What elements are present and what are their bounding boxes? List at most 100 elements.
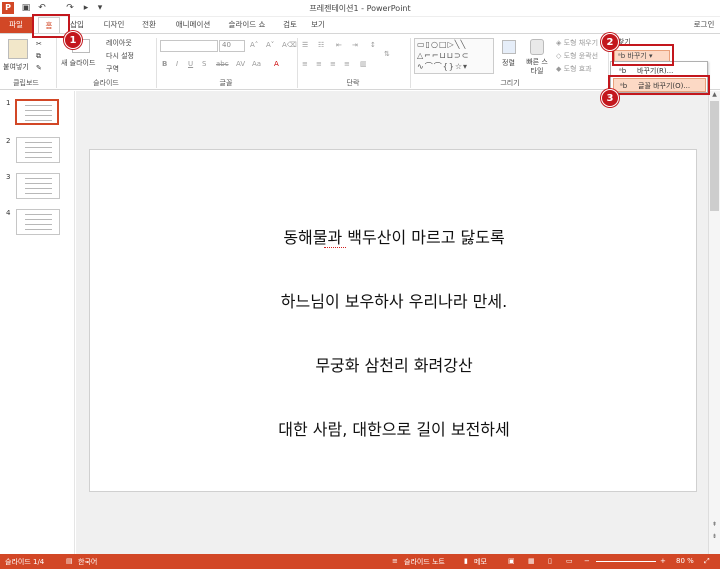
shapes-gallery[interactable]: ▭▯○□▷╲╲ △⌐⌐⊔⊔⊃⊂ ∿⌒⌒{}☆▾ <box>414 38 494 74</box>
thumbnail-slide-1[interactable] <box>15 99 59 125</box>
shape-effects-button[interactable]: ◆ 도형 효과 <box>556 64 592 74</box>
tab-file[interactable]: 파일 <box>0 17 32 33</box>
group-divider <box>56 38 57 88</box>
fit-to-window-icon[interactable]: ⤢ <box>704 557 710 566</box>
language-indicator[interactable]: 한국어 <box>78 557 97 567</box>
quick-styles-icon[interactable] <box>530 39 544 55</box>
normal-view-icon[interactable]: ▣ <box>508 557 515 565</box>
previous-slide-icon[interactable]: ⇞ <box>710 521 719 529</box>
callout-highlight-replace <box>612 44 674 66</box>
numbering-icon[interactable]: ☷ <box>318 41 324 49</box>
group-divider <box>410 38 411 88</box>
tab-design[interactable]: 디자인 <box>98 17 130 33</box>
thumbnail-text-line <box>25 188 52 189</box>
layout-button[interactable]: 레이아웃 <box>106 38 132 48</box>
columns-icon[interactable]: ▥ <box>360 60 367 68</box>
thumbnail-text-line <box>25 105 52 106</box>
cut-icon[interactable]: ✂ <box>36 40 44 48</box>
slide-canvas[interactable]: 동해물과 백두산이 마르고 닳도록 하느님이 보우하사 우리나라 만세. 무궁화… <box>89 149 697 492</box>
scroll-up-icon[interactable]: ▲ <box>710 91 719 99</box>
comments-icon: ▮ <box>464 557 468 565</box>
slide-text-line[interactable]: 동해물과 백두산이 마르고 닳도록 <box>90 224 698 248</box>
thumbnail-slide-3[interactable] <box>16 173 60 199</box>
italic-icon[interactable]: I <box>176 60 178 68</box>
callout-badge: 1 <box>64 31 82 49</box>
align-right-icon[interactable]: ≡ <box>330 60 336 68</box>
tab-animations[interactable]: 애니메이션 <box>170 17 216 33</box>
slide-text-line[interactable]: 대한 사람, 대한으로 길이 보전하세 <box>90 416 698 440</box>
decrease-indent-icon[interactable]: ⇤ <box>336 41 342 49</box>
scrollbar-thumb[interactable] <box>710 101 719 211</box>
line-spacing-icon[interactable]: ↕ <box>370 41 376 49</box>
shape-fill-button[interactable]: ◈ 도형 채우기 <box>556 38 598 48</box>
strikethrough-icon[interactable]: abc <box>216 60 229 68</box>
section-button[interactable]: 구역 <box>106 64 119 74</box>
vertical-scrollbar[interactable]: ▲ ⇞ ⇟ <box>708 91 720 554</box>
callout-highlight-replace-fonts <box>608 75 710 95</box>
char-spacing-icon[interactable]: AV <box>236 60 245 68</box>
notes-button[interactable]: 슬라이드 노트 <box>404 557 445 567</box>
slide-counter: 슬라이드 1/4 <box>5 558 45 566</box>
grow-font-icon[interactable]: A˄ <box>250 41 258 49</box>
slide-sorter-icon[interactable]: ▦ <box>528 557 535 565</box>
tab-review[interactable]: 검토 <box>280 17 300 33</box>
thumbnail-number: 4 <box>6 209 11 217</box>
new-slide-button[interactable]: 새 슬라이드 <box>61 58 95 68</box>
shrink-font-icon[interactable]: A˅ <box>266 41 274 49</box>
tab-transitions[interactable]: 전환 <box>136 17 162 33</box>
reset-button[interactable]: 다시 설정 <box>106 51 134 61</box>
font-name-combo[interactable] <box>160 40 218 52</box>
arrange-button[interactable]: 정렬 <box>502 58 515 68</box>
drawing-group-label: 그리기 <box>500 79 520 87</box>
increase-indent-icon[interactable]: ⇥ <box>352 41 358 49</box>
paste-icon[interactable] <box>8 39 28 59</box>
slide-text-line[interactable]: 하느님이 보우하사 우리나라 만세. <box>90 288 698 312</box>
callout-badge: 2 <box>601 33 619 51</box>
thumbnail-slide-4[interactable] <box>16 209 60 235</box>
slides-group-label: 슬라이드 <box>93 79 119 87</box>
shape-effects-icon: ◆ <box>556 65 564 73</box>
quick-styles-button[interactable]: 빠른 스타일 <box>524 58 550 76</box>
justify-icon[interactable]: ≡ <box>344 60 350 68</box>
shadow-icon[interactable]: S <box>202 60 206 68</box>
shape-outline-button[interactable]: ◇ 도형 윤곽선 <box>556 51 598 61</box>
language-icon[interactable]: ▤ <box>66 557 73 565</box>
thumbnail-number: 1 <box>6 99 11 107</box>
thumbnail-text-line <box>25 147 52 148</box>
format-painter-icon[interactable]: ✎ <box>36 64 44 72</box>
copy-icon[interactable]: ⧉ <box>36 52 44 60</box>
text-direction-icon[interactable]: ⇅ <box>384 50 390 58</box>
zoom-in-icon[interactable]: + <box>660 557 666 565</box>
thumbnail-text-line <box>25 142 52 143</box>
font-color-icon[interactable]: A <box>274 60 279 68</box>
zoom-out-icon[interactable]: − <box>584 557 590 565</box>
align-center-icon[interactable]: ≡ <box>316 60 322 68</box>
comments-button[interactable]: 메모 <box>474 557 487 567</box>
thumbnail-text-line <box>25 224 52 225</box>
bullets-icon[interactable]: ☰ <box>302 41 308 49</box>
thumbnail-slide-2[interactable] <box>16 137 60 163</box>
tab-slideshow[interactable]: 슬라이드 쇼 <box>222 17 272 33</box>
thumbnail-text-line <box>25 183 52 184</box>
tab-view[interactable]: 보기 <box>308 17 328 33</box>
thumbnail-text-line <box>25 178 52 179</box>
font-group-label: 글꼴 <box>219 79 233 87</box>
zoom-level[interactable]: 80 % <box>676 557 694 565</box>
zoom-slider[interactable] <box>596 561 656 562</box>
sign-in-link[interactable]: 로그인 <box>690 17 718 33</box>
underline-icon[interactable]: U <box>188 60 193 68</box>
reading-view-icon[interactable]: ▯ <box>548 557 552 565</box>
paste-button[interactable]: 붙여넣기 <box>3 62 29 72</box>
slide-text-line[interactable]: 무궁화 삼천리 화려강산 <box>90 352 698 376</box>
arrange-icon[interactable] <box>502 40 516 54</box>
font-size-combo[interactable]: 40 <box>219 40 245 52</box>
bold-icon[interactable]: B <box>162 60 167 68</box>
thumbnail-text-line <box>25 214 52 215</box>
next-slide-icon[interactable]: ⇟ <box>710 533 719 541</box>
slideshow-view-icon[interactable]: ▭ <box>566 557 573 565</box>
clear-format-icon[interactable]: A⌫ <box>282 41 297 49</box>
change-case-icon[interactable]: Aa <box>252 60 261 68</box>
align-left-icon[interactable]: ≡ <box>302 60 308 68</box>
thumbnail-text-line <box>25 193 52 194</box>
thumbnail-text-line <box>25 152 52 153</box>
